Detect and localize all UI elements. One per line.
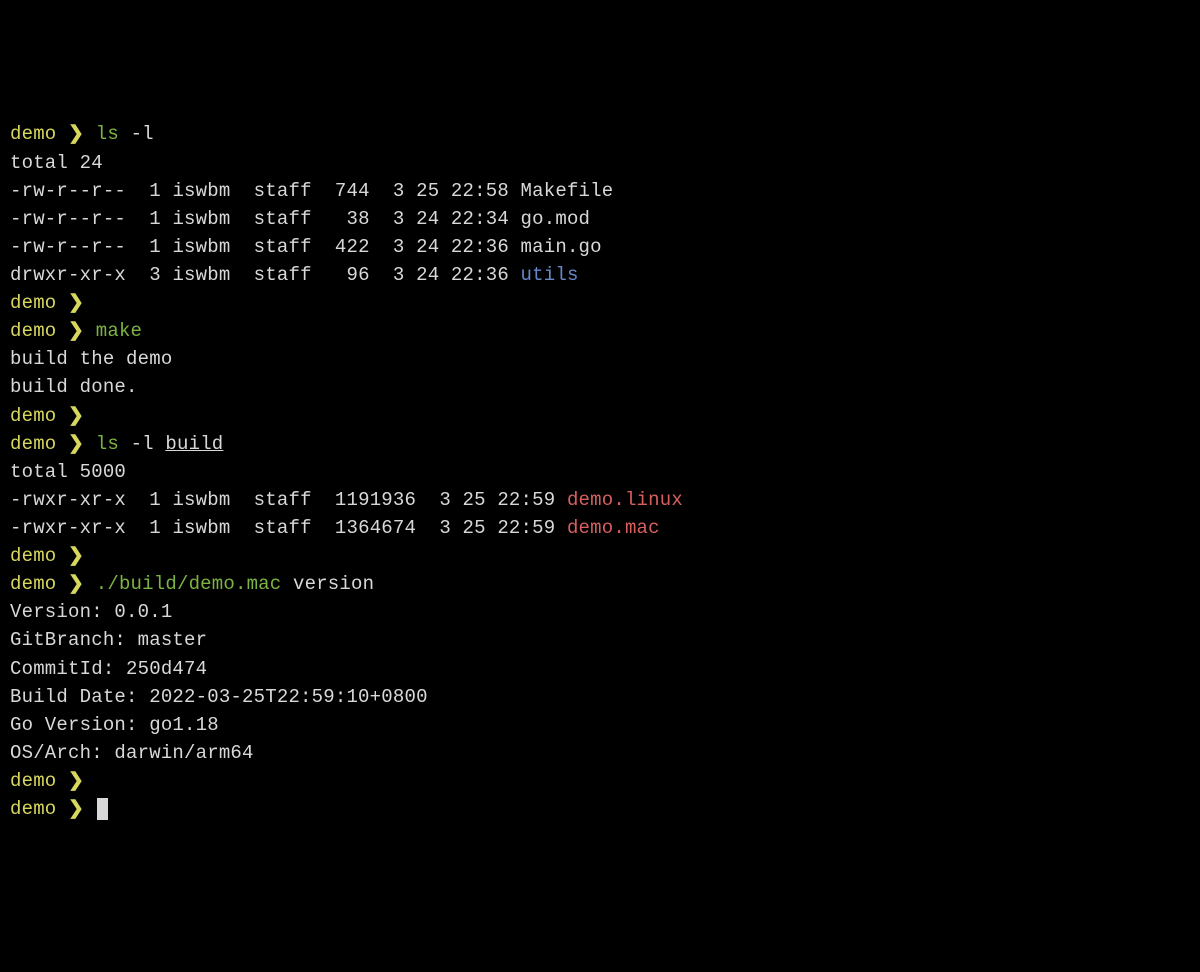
ls-filename: go.mod	[521, 208, 591, 230]
output-line: total 24	[10, 149, 1190, 177]
prompt-line[interactable]: demo ❯	[10, 542, 1190, 570]
ls-filename: utils	[521, 264, 579, 286]
prompt-arrow-icon: ❯	[68, 767, 96, 795]
output-line: Version: 0.0.1	[10, 598, 1190, 626]
ls-row: -rwxr-xr-x 1 iswbm staff 1364674 3 25 22…	[10, 514, 1190, 542]
prompt-arrow-icon: ❯	[68, 317, 96, 345]
prompt-arrow-icon: ❯	[68, 430, 96, 458]
prompt-line[interactable]: demo ❯ ls -l build	[10, 430, 1190, 458]
ls-row: -rwxr-xr-x 1 iswbm staff 1191936 3 25 22…	[10, 486, 1190, 514]
prompt-line[interactable]: demo ❯	[10, 402, 1190, 430]
output-line: build done.	[10, 373, 1190, 401]
command: ls	[96, 123, 119, 145]
prompt-line[interactable]: demo ❯	[10, 289, 1190, 317]
output-line: OS/Arch: darwin/arm64	[10, 739, 1190, 767]
prompt-arrow-icon: ❯	[68, 402, 96, 430]
prompt-arrow-icon: ❯	[68, 542, 96, 570]
output-line: CommitId: 250d474	[10, 655, 1190, 683]
command: make	[96, 320, 142, 342]
ls-filename: demo.mac	[567, 517, 660, 539]
output-line: build the demo	[10, 345, 1190, 373]
ls-filename: demo.linux	[567, 489, 683, 511]
ls-filename: main.go	[521, 236, 602, 258]
prompt-line[interactable]: demo ❯ make	[10, 317, 1190, 345]
prompt-line[interactable]: demo ❯ ls -l	[10, 120, 1190, 148]
prompt-line[interactable]: demo ❯	[10, 767, 1190, 795]
prompt-arrow-icon: ❯	[68, 570, 96, 598]
prompt-arrow-icon: ❯	[68, 289, 96, 317]
prompt-line[interactable]: demo ❯ ./build/demo.mac version	[10, 570, 1190, 598]
command-arg: -l	[119, 433, 165, 455]
command-arg: version	[281, 573, 374, 595]
prompt-line[interactable]: demo ❯	[10, 795, 1190, 823]
ls-filename: Makefile	[521, 180, 614, 202]
terminal-cursor	[97, 798, 108, 820]
ls-row: -rw-r--r-- 1 iswbm staff 744 3 25 22:58 …	[10, 177, 1190, 205]
command-arg: -l	[119, 123, 154, 145]
output-line: Build Date: 2022-03-25T22:59:10+0800	[10, 683, 1190, 711]
prompt-arrow-icon: ❯	[68, 120, 96, 148]
output-line: Go Version: go1.18	[10, 711, 1190, 739]
prompt-arrow-icon: ❯	[68, 795, 96, 823]
output-line: total 5000	[10, 458, 1190, 486]
command: ls	[96, 433, 119, 455]
terminal-output[interactable]: demo ❯ ls -ltotal 24-rw-r--r-- 1 iswbm s…	[10, 120, 1190, 823]
output-line: GitBranch: master	[10, 626, 1190, 654]
ls-row: -rw-r--r-- 1 iswbm staff 38 3 24 22:34 g…	[10, 205, 1190, 233]
ls-row: drwxr-xr-x 3 iswbm staff 96 3 24 22:36 u…	[10, 261, 1190, 289]
ls-row: -rw-r--r-- 1 iswbm staff 422 3 24 22:36 …	[10, 233, 1190, 261]
command-arg-path: build	[165, 433, 223, 455]
command: ./build/demo.mac	[96, 573, 282, 595]
